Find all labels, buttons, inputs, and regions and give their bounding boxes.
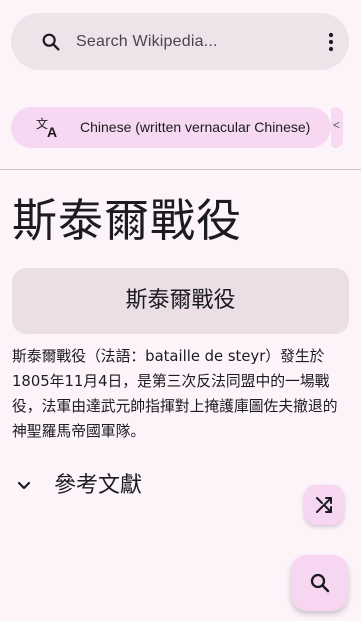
language-chip[interactable]: 文 A Chinese (written vernacular Chinese) bbox=[11, 107, 331, 148]
random-article-button[interactable] bbox=[304, 485, 344, 525]
article-body: 斯泰爾戰役（法語：bataille de steyr）發生於1805年11月4日… bbox=[12, 348, 338, 440]
shuffle-icon bbox=[316, 497, 332, 513]
search-placeholder[interactable]: Search Wikipedia... bbox=[76, 13, 218, 70]
chevron-down-icon bbox=[17, 481, 31, 490]
search-fab[interactable] bbox=[291, 555, 348, 611]
infobox-title[interactable]: 斯泰爾戰役 bbox=[12, 268, 349, 334]
svg-text:A: A bbox=[47, 124, 57, 138]
divider bbox=[0, 169, 361, 170]
section-references[interactable]: 參考文獻 bbox=[12, 466, 312, 506]
search-icon bbox=[42, 33, 60, 51]
translate-icon: 文 A bbox=[36, 116, 57, 138]
language-chip-label: Chinese (written vernacular Chinese) bbox=[80, 119, 311, 135]
search-bar[interactable]: Search Wikipedia... bbox=[11, 13, 349, 70]
section-title: 參考文獻 bbox=[54, 473, 143, 498]
language-chip-next[interactable]: < bbox=[331, 107, 343, 148]
more-vert-icon[interactable] bbox=[321, 31, 341, 53]
page-title: 斯泰爾戰役 bbox=[12, 194, 243, 247]
search-icon bbox=[310, 573, 330, 593]
language-chip-next-label: < bbox=[333, 118, 341, 132]
